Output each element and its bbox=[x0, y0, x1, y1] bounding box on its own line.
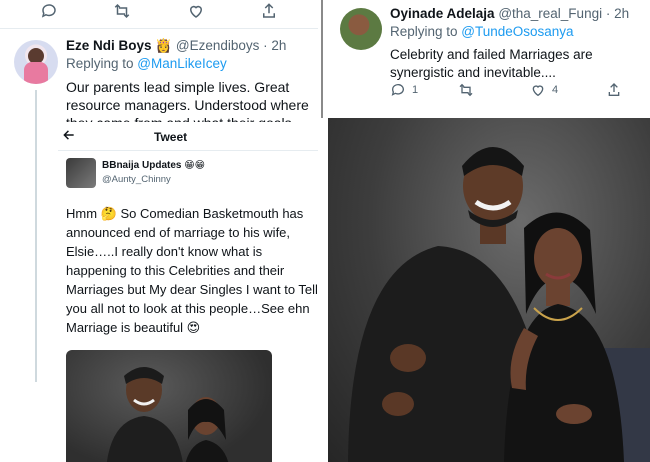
couple-photo[interactable] bbox=[328, 118, 650, 462]
author-handle[interactable]: @tha_real_Fungi bbox=[498, 6, 602, 21]
retweet-button[interactable] bbox=[458, 82, 480, 98]
embedded-screenshot[interactable]: Tweet BBnaija Updates 😁😁 @Aunty_Chinny H… bbox=[44, 122, 318, 462]
like-icon bbox=[532, 85, 544, 97]
replying-prefix: Replying to bbox=[390, 24, 462, 39]
dot-separator: · bbox=[263, 38, 268, 53]
replying-to-link[interactable]: @ManLikeIcey bbox=[137, 56, 227, 71]
top-action-bar bbox=[0, 0, 318, 26]
author-name[interactable]: Eze Ndi Boys bbox=[66, 38, 152, 53]
reply-count: 1 bbox=[412, 84, 419, 96]
tweet-author-row: Eze Ndi Boys 👸 @Ezendiboys · 2h bbox=[66, 38, 286, 54]
right-panel: Oyinade Adelaja @tha_real_Fungi · 2h Rep… bbox=[324, 0, 650, 462]
reply-icon bbox=[391, 84, 404, 96]
replying-to-link[interactable]: @TundeOsosanya bbox=[461, 24, 573, 39]
scrollbar-thumb[interactable] bbox=[321, 0, 323, 118]
separator bbox=[58, 150, 318, 151]
embed-tweet-text: Hmm 🤔 So Comedian Basketmouth has announ… bbox=[66, 206, 318, 335]
replying-to: Replying to @ManLikeIcey bbox=[66, 56, 227, 71]
like-icon[interactable] bbox=[187, 2, 205, 25]
embed-header: Tweet bbox=[44, 122, 318, 148]
author-badge: 👸 bbox=[155, 38, 173, 53]
embed-avatar bbox=[66, 158, 96, 188]
tweet-actions: 1 4 bbox=[384, 82, 646, 102]
like-button[interactable]: 4 bbox=[530, 82, 558, 98]
tweet-text: Celebrity and failed Marriages are syner… bbox=[390, 47, 593, 80]
embed-author-name: BBnaija Updates 😁😁 bbox=[102, 160, 206, 171]
replying-to: Replying to @TundeOsosanya bbox=[390, 24, 574, 39]
share-icon[interactable] bbox=[260, 2, 278, 25]
reply-button[interactable]: 1 bbox=[390, 82, 418, 98]
embed-author-handle: @Aunty_Chinny bbox=[102, 174, 171, 185]
arrow-left-icon bbox=[62, 128, 76, 146]
replying-prefix: Replying to bbox=[66, 56, 138, 71]
embed-header-title: Tweet bbox=[154, 130, 188, 144]
author-name[interactable]: Oyinade Adelaja bbox=[390, 6, 495, 21]
reply-icon[interactable] bbox=[40, 2, 58, 25]
author-handle[interactable]: @Ezendiboys bbox=[176, 38, 260, 53]
share-button[interactable] bbox=[606, 82, 622, 98]
like-count: 4 bbox=[552, 84, 559, 96]
separator bbox=[0, 28, 318, 29]
tweet-time[interactable]: 2h bbox=[614, 6, 629, 21]
tweet-time[interactable]: 2h bbox=[271, 38, 286, 53]
thread-line bbox=[35, 90, 37, 382]
retweet-icon[interactable] bbox=[113, 2, 131, 25]
tweet-author-row: Oyinade Adelaja @tha_real_Fungi · 2h bbox=[390, 6, 629, 21]
avatar-figure-body bbox=[24, 62, 48, 84]
share-icon bbox=[608, 83, 620, 96]
left-panel: Eze Ndi Boys 👸 @Ezendiboys · 2h Replying… bbox=[0, 0, 318, 462]
retweet-icon bbox=[459, 83, 473, 97]
embed-couple-photo bbox=[66, 350, 272, 462]
avatar[interactable] bbox=[14, 40, 58, 84]
avatar[interactable] bbox=[340, 8, 382, 50]
dot-separator: · bbox=[605, 6, 611, 21]
